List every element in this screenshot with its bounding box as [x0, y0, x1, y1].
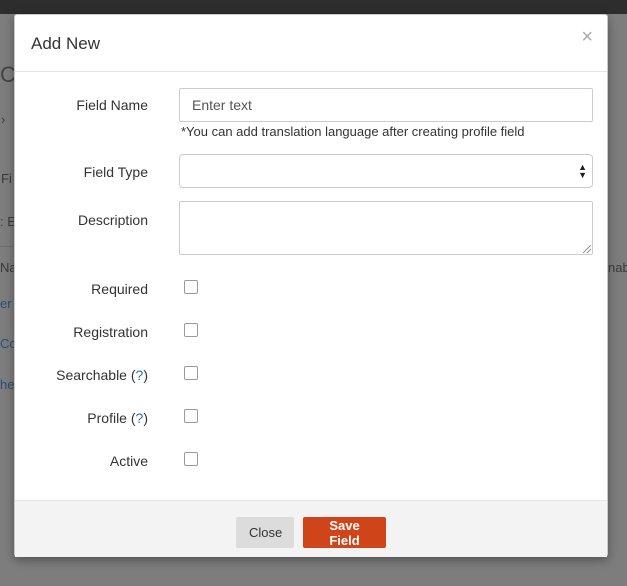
field-type-select[interactable]: ▲ ▼	[179, 154, 593, 188]
description-textarea[interactable]	[179, 201, 593, 255]
bg-fragment: er	[0, 296, 12, 311]
searchable-help-link[interactable]: ?	[136, 367, 144, 383]
bg-fragment: ›	[1, 112, 6, 127]
registration-label: Registration	[73, 324, 148, 340]
field-name-input[interactable]	[179, 88, 593, 122]
profile-help-link[interactable]: ?	[136, 410, 144, 426]
field-name-label: Field Name	[76, 97, 148, 113]
close-button[interactable]: Close	[236, 517, 294, 548]
field-type-label: Field Type	[83, 164, 148, 180]
bg-fragment: Fi	[1, 171, 12, 186]
save-field-button[interactable]: Save Field	[303, 517, 386, 548]
bg-fragment: he	[0, 377, 15, 392]
active-label: Active	[109, 453, 148, 469]
resize-handle-icon[interactable]	[583, 245, 591, 253]
profile-label-text: Profile	[87, 410, 127, 426]
add-new-modal: Add New × Field Name *You can add transl…	[14, 14, 608, 557]
active-checkbox[interactable]	[184, 452, 198, 466]
bg-divider	[0, 246, 14, 247]
registration-checkbox[interactable]	[184, 323, 198, 337]
searchable-label: Searchable (?)	[56, 367, 148, 383]
bg-fragment: nab	[608, 260, 627, 275]
modal-title: Add New	[31, 34, 100, 53]
modal-header: Add New ×	[15, 15, 607, 72]
close-icon[interactable]: ×	[581, 27, 593, 47]
field-name-hint: *You can add translation language after …	[181, 124, 525, 139]
modal-footer: Close Save Field	[15, 500, 607, 557]
description-label: Description	[77, 212, 148, 228]
searchable-label-text: Searchable	[56, 367, 127, 383]
profile-checkbox[interactable]	[184, 409, 198, 423]
searchable-checkbox[interactable]	[184, 366, 198, 380]
required-label: Required	[91, 281, 148, 297]
top-bar	[0, 0, 627, 14]
profile-label: Profile (?)	[87, 410, 148, 426]
required-checkbox[interactable]	[184, 280, 198, 294]
select-arrows-icon: ▲ ▼	[578, 162, 587, 180]
